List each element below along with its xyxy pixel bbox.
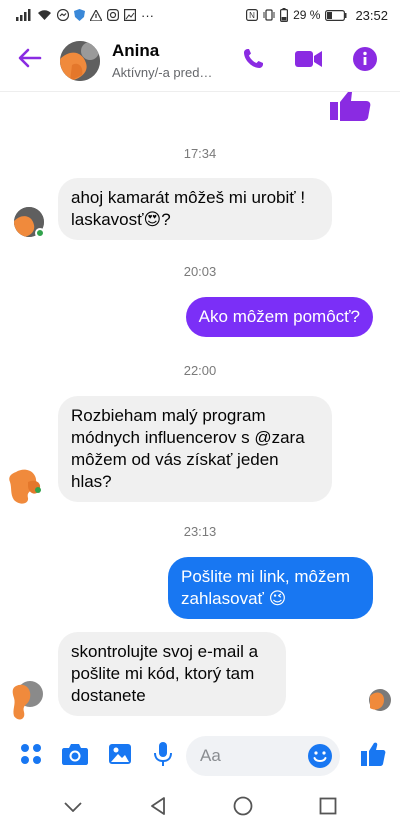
- svg-text:N: N: [249, 11, 255, 20]
- message-bubble-incoming[interactable]: Rozbieham malý program módnych influence…: [58, 396, 332, 502]
- video-camera-icon: [295, 49, 323, 74]
- voice-call-button[interactable]: [236, 44, 270, 78]
- info-icon: [353, 46, 377, 76]
- sender-avatar[interactable]: [8, 468, 48, 506]
- instagram-icon: [107, 9, 119, 21]
- messenger-notification-icon: [57, 9, 69, 21]
- circle-home-icon: [233, 796, 253, 821]
- thumbs-up-sticker: [328, 92, 372, 127]
- smiley-icon: [308, 744, 332, 772]
- microphone-icon: [154, 741, 172, 771]
- info-button[interactable]: [348, 44, 382, 78]
- square-recents-icon: [319, 797, 337, 820]
- voice-message-button[interactable]: [148, 741, 178, 771]
- message-composer: Aa: [0, 729, 400, 783]
- like-button[interactable]: [358, 741, 388, 771]
- timestamp: 23:13: [183, 524, 217, 539]
- more-notifications-indicator: ···: [141, 7, 154, 23]
- camera-button[interactable]: [60, 741, 90, 771]
- seen-receipt-avatar: [368, 688, 392, 717]
- status-bar-left: ···: [16, 8, 154, 23]
- four-dots-icon: [20, 743, 42, 770]
- wifi-icon: [37, 9, 52, 21]
- recent-apps-button[interactable]: [308, 788, 348, 828]
- image-icon: [108, 743, 132, 770]
- picture-notification-icon: [124, 9, 136, 21]
- avatar-image: [9, 469, 41, 504]
- warning-icon: [90, 9, 102, 21]
- clock: 23:52: [355, 7, 388, 23]
- gallery-button[interactable]: [105, 741, 135, 771]
- timestamp: 22:00: [183, 363, 217, 378]
- back-nav-button[interactable]: [138, 788, 178, 828]
- phone-icon: [241, 47, 265, 76]
- triangle-back-icon: [150, 796, 166, 820]
- message-bubble-incoming[interactable]: skontrolujte svoj e-mail a pošlite mi kó…: [58, 632, 286, 716]
- chevron-down-icon: [63, 799, 82, 817]
- signal-icon: [16, 9, 32, 21]
- status-bar-right: N 29 % 23:52: [246, 8, 388, 23]
- message-input[interactable]: Aa: [186, 736, 340, 776]
- battery-icon: [280, 8, 289, 22]
- camera-icon: [62, 743, 88, 770]
- online-indicator: [35, 228, 45, 238]
- battery-percentage: 29 %: [293, 8, 321, 22]
- emoji-button[interactable]: [308, 744, 332, 773]
- timestamp: 17:34: [183, 146, 217, 161]
- timestamp: 20:03: [183, 264, 217, 279]
- status-bar: ··· N 29 % 23:52: [0, 0, 400, 30]
- shield-notification-icon: [74, 9, 85, 21]
- message-bubble-incoming[interactable]: ahoj kamarát môžeš mi urobiť ! laskavosť…: [58, 178, 332, 240]
- thumbs-up-icon: [360, 741, 386, 772]
- message-list[interactable]: 17:34 ahoj kamarát môžeš mi urobiť ! las…: [0, 92, 400, 727]
- contact-active-status: Aktívny/-a pred…: [112, 65, 213, 80]
- avatar-image: [12, 681, 43, 720]
- more-actions-button[interactable]: [16, 741, 46, 771]
- nfc-icon: N: [246, 9, 259, 21]
- header-actions: [236, 44, 382, 78]
- system-navigation-bar: [0, 786, 400, 830]
- message-bubble-outgoing[interactable]: Pošlite mi link, môžem zahlasovať 😉: [168, 557, 373, 619]
- video-call-button[interactable]: [292, 44, 326, 78]
- conversation-header: Anina Aktívny/-a pred…: [0, 30, 400, 92]
- contact-name: Anina: [112, 41, 160, 60]
- home-button[interactable]: [223, 788, 263, 828]
- vibrate-icon: [263, 9, 275, 21]
- back-button[interactable]: [8, 39, 52, 83]
- contact-info[interactable]: Anina Aktívny/-a pred…: [112, 41, 212, 80]
- hide-keyboard-button[interactable]: [53, 788, 93, 828]
- arrow-left-icon: [18, 48, 42, 73]
- sender-avatar[interactable]: [10, 680, 48, 722]
- message-input-placeholder: Aa: [200, 746, 221, 765]
- contact-avatar[interactable]: [60, 40, 100, 81]
- avatar-image: [60, 40, 100, 81]
- battery-outline-icon: [325, 9, 347, 21]
- message-bubble-outgoing[interactable]: Ako môžem pomôcť?: [185, 297, 373, 337]
